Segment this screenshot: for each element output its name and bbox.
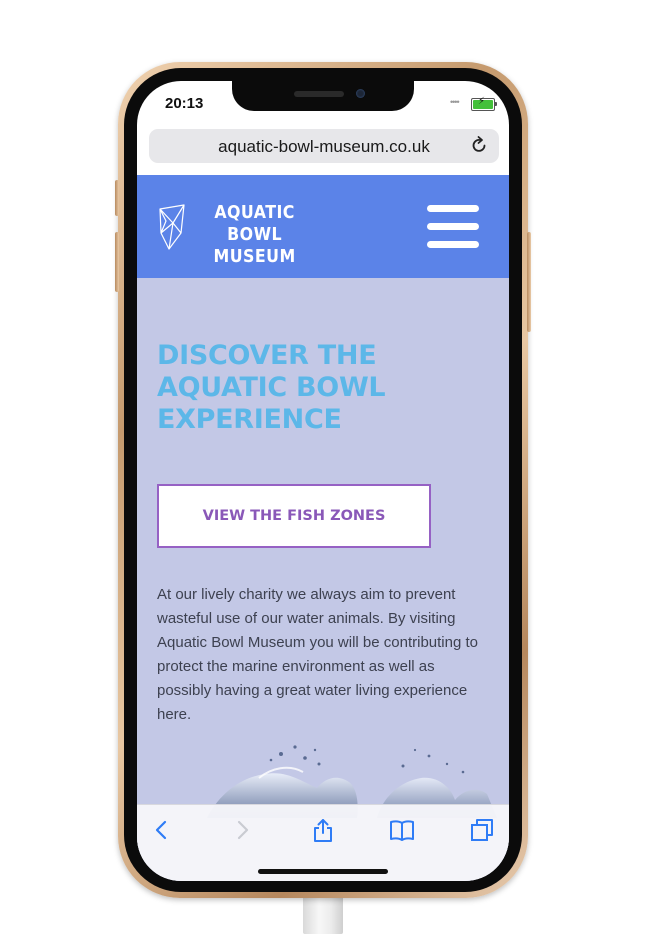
side-button — [527, 232, 531, 332]
url-text[interactable]: aquatic-bowl-museum.co.uk — [149, 137, 499, 157]
battery-icon — [471, 96, 495, 111]
front-camera — [356, 89, 365, 98]
address-bar[interactable]: aquatic-bowl-museum.co.uk — [149, 129, 499, 163]
status-time: 20:13 — [165, 95, 204, 112]
browser-toolbar — [137, 804, 509, 881]
hero-title-line-1: DISCOVER THE — [157, 340, 377, 371]
battery-tip — [495, 102, 497, 106]
site-logo-text[interactable]: AQUATIC BOWL MUSEUM — [193, 202, 316, 268]
chevron-right-icon[interactable] — [229, 817, 255, 843]
hero-title-line-2: AQUATIC BOWL — [157, 372, 386, 403]
hero-section: DISCOVER THE AQUATIC BOWL EXPERIENCE VIE… — [137, 278, 509, 881]
hero-title-line-3: EXPERIENCE — [157, 404, 342, 435]
charging-cable — [303, 895, 343, 934]
site-header: AQUATIC BOWL MUSEUM — [137, 175, 509, 278]
phone-screen: 20:13 •••• aquatic-bowl-museum.co.uk AQU… — [137, 81, 509, 881]
home-indicator[interactable] — [258, 869, 388, 874]
hamburger-menu-icon[interactable] — [427, 205, 479, 249]
intro-paragraph: At our lively charity we always aim to p… — [157, 586, 478, 723]
book-icon[interactable] — [389, 817, 415, 843]
fish-bowl-logo-icon[interactable] — [157, 203, 187, 251]
tabs-icon[interactable] — [469, 817, 495, 843]
speaker-grille — [294, 91, 344, 97]
reload-icon[interactable] — [469, 135, 489, 155]
notch — [232, 81, 414, 111]
volume-button — [115, 232, 119, 292]
logo-line-1: AQUATIC BOWL — [214, 202, 295, 245]
view-fish-zones-button[interactable]: VIEW THE FISH ZONES — [157, 484, 431, 548]
signal-icon: •••• — [450, 97, 460, 107]
chevron-left-icon[interactable] — [149, 817, 175, 843]
hero-title: DISCOVER THE AQUATIC BOWL EXPERIENCE — [157, 340, 457, 436]
share-icon[interactable] — [310, 817, 336, 843]
volume-button — [115, 180, 119, 216]
logo-line-2: MUSEUM — [213, 246, 296, 267]
